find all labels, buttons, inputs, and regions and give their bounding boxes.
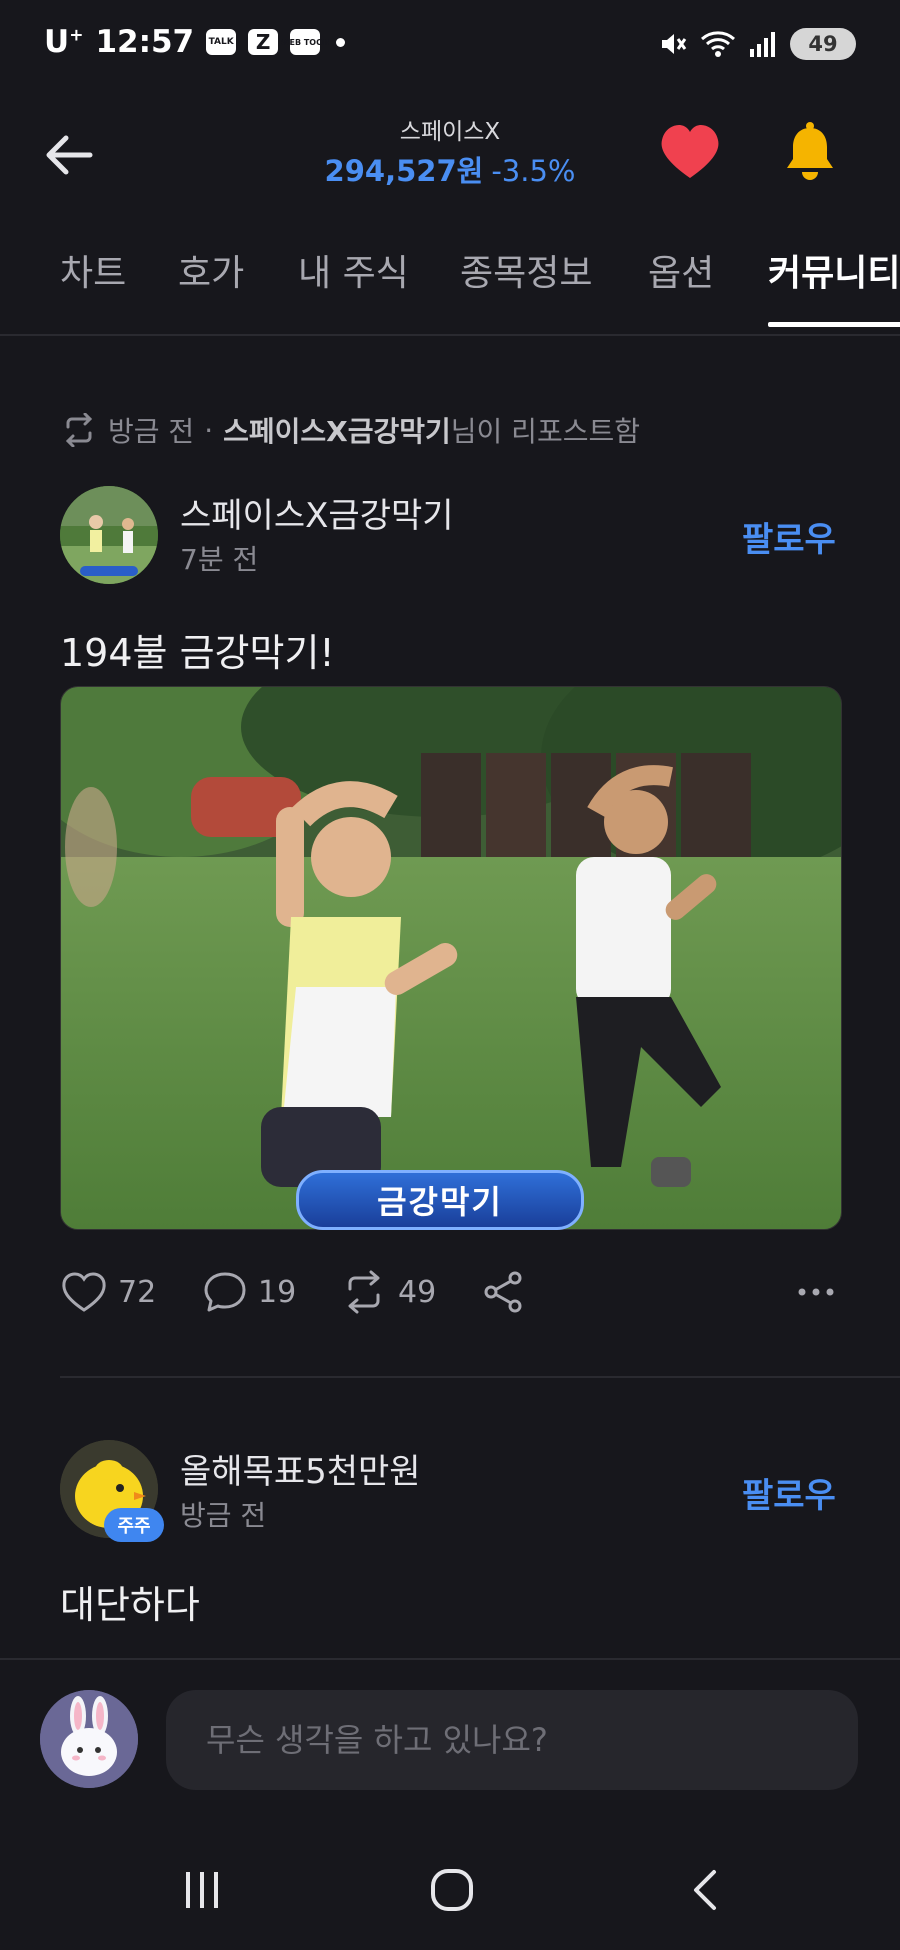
composer-divider	[0, 1658, 900, 1660]
status-right: 49	[658, 28, 856, 60]
repost-notice: 방금 전 · 스페이스X금강막기님이 리포스트함	[60, 410, 640, 450]
more-options-button[interactable]	[794, 1270, 838, 1314]
image-caption: 금강막기	[296, 1170, 584, 1230]
bell-icon	[787, 122, 833, 180]
tab-stock-info[interactable]: 종목정보	[460, 244, 592, 296]
notification-button[interactable]	[778, 120, 842, 184]
back-button[interactable]	[40, 124, 102, 186]
clock: 12:57	[95, 24, 195, 60]
recent-apps-button[interactable]	[162, 1860, 242, 1920]
status-bar: U+ 12:57 TALK Z WEB TOON 49	[0, 0, 900, 90]
post-author-name[interactable]: 스페이스X금강막기	[180, 488, 454, 537]
repost-count: 49	[398, 1274, 437, 1310]
post-time: 7분 전	[180, 543, 259, 576]
comment-time: 방금 전	[180, 1499, 267, 1532]
active-tab-indicator	[768, 322, 900, 327]
like-button[interactable]: 72	[60, 1270, 156, 1314]
price-value: 294,527원	[324, 154, 484, 188]
avatar-image	[60, 486, 158, 584]
system-nav-bar	[0, 1820, 900, 1950]
tab-chart[interactable]: 차트	[60, 244, 126, 296]
more-horizontal-icon	[798, 1288, 834, 1296]
share-icon	[484, 1271, 522, 1313]
rabbit-avatar-icon	[40, 1690, 138, 1788]
carrier: U+	[44, 24, 84, 60]
repost-suffix: 님이 리포스트함	[450, 415, 640, 448]
post-text: 194불 금강막기!	[60, 631, 335, 675]
comment-button[interactable]: 19	[202, 1270, 296, 1314]
share-button[interactable]	[482, 1270, 526, 1314]
price-change: -3.5%	[491, 154, 576, 188]
tab-community[interactable]: 커뮤니티	[768, 244, 900, 296]
post-author-avatar[interactable]	[60, 486, 158, 584]
tab-bar: 차트 호가 내 주식 종목정보 옵션 커뮤니티	[0, 240, 900, 336]
post-image[interactable]	[60, 686, 842, 1230]
zigzag-icon: Z	[248, 29, 279, 55]
tab-options[interactable]: 옵션	[648, 244, 714, 296]
repost-icon	[348, 1270, 380, 1314]
battery-indicator: 49	[790, 28, 856, 60]
recent-apps-icon	[186, 1872, 218, 1908]
comment-follow-button[interactable]: 팔로우	[742, 1468, 836, 1517]
speech-bubble-icon	[204, 1272, 246, 1312]
mute-icon	[662, 34, 687, 54]
chevron-left-icon	[694, 1870, 716, 1910]
post-actions: 72 19 49	[60, 1270, 840, 1320]
wifi-icon	[701, 31, 735, 57]
stock-name: 스페이스X	[399, 119, 501, 145]
repost-button[interactable]: 49	[340, 1270, 436, 1314]
repost-user[interactable]: 스페이스X금강막기	[223, 415, 451, 448]
home-icon	[431, 1869, 473, 1911]
home-button[interactable]	[412, 1860, 492, 1920]
heart-outline-icon	[62, 1272, 106, 1312]
comment-text: 대단하다	[60, 1583, 200, 1627]
like-count: 72	[118, 1274, 157, 1310]
stock-price: 294,527원 -3.5%	[250, 148, 650, 190]
repost-icon	[65, 413, 93, 447]
tab-my-stock[interactable]: 내 주식	[298, 244, 409, 296]
post-divider	[60, 1376, 900, 1378]
comment-count: 19	[258, 1274, 297, 1310]
webtoon-icon: WEB TOON	[281, 29, 330, 55]
post-composer-input[interactable]	[166, 1690, 858, 1790]
arrow-left-icon	[46, 135, 93, 175]
status-left: U+ 12:57 TALK Z WEB TOON	[44, 24, 346, 60]
tab-orderbook[interactable]: 호가	[178, 244, 244, 296]
notification-dot-icon	[336, 37, 346, 47]
shareholder-badge: 주주	[104, 1508, 164, 1542]
comment-author-name[interactable]: 올해목표5천만원	[180, 1444, 421, 1493]
heart-icon	[661, 125, 719, 178]
favorite-button[interactable]	[658, 122, 722, 182]
kakaotalk-icon: TALK	[206, 29, 237, 55]
repost-time: 방금 전	[108, 415, 195, 448]
signal-icon	[750, 32, 775, 57]
post-follow-button[interactable]: 팔로우	[742, 512, 836, 561]
my-avatar[interactable]	[40, 1690, 138, 1788]
back-nav-button[interactable]	[666, 1860, 746, 1920]
exercise-photo	[61, 687, 841, 1229]
repost-separator: ·	[204, 413, 214, 447]
